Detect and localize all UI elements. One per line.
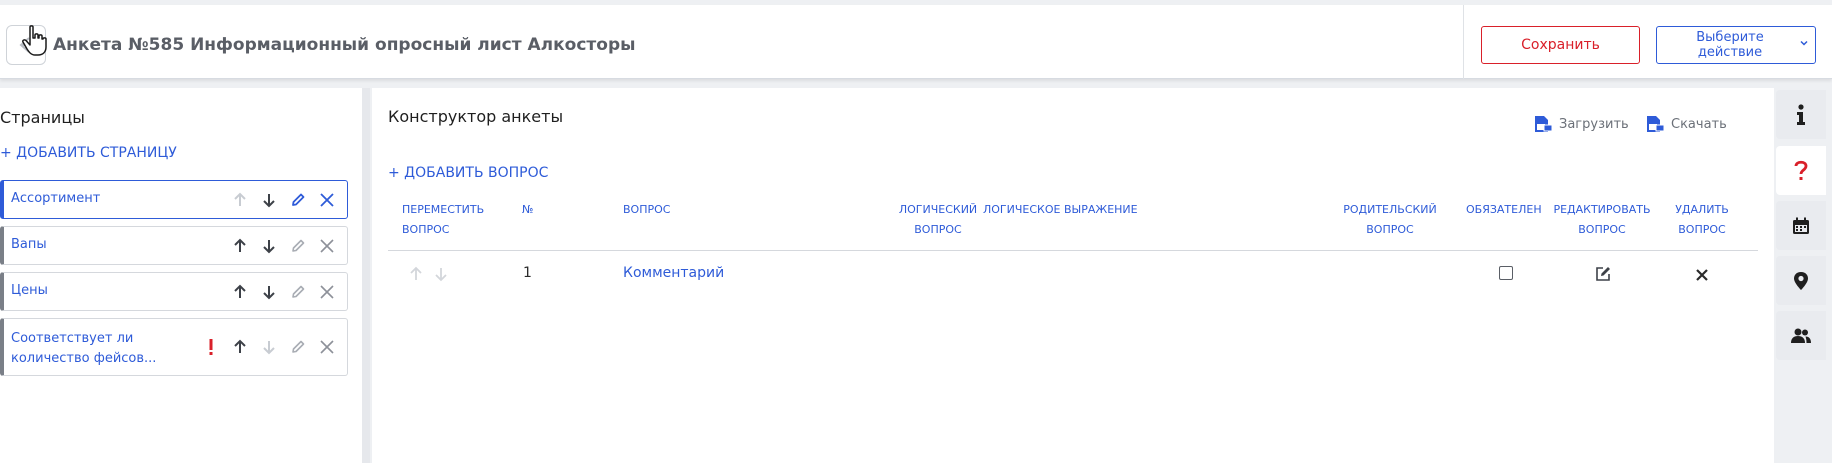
- users-icon: [1791, 328, 1811, 343]
- page-item[interactable]: Соответствует ли количество фейсов...: [0, 318, 348, 376]
- exclamation-icon: [196, 336, 225, 358]
- constructor-panel: Конструктор анкеты Загрузить Скачать + Д…: [372, 88, 1774, 463]
- page-item[interactable]: Вапы: [0, 226, 348, 265]
- constructor-title: Конструктор анкеты: [388, 107, 564, 126]
- page-item-actions: [196, 319, 341, 375]
- rail-info-button[interactable]: [1776, 90, 1826, 139]
- arrow-up-icon[interactable]: [225, 189, 254, 211]
- file-upload-icon: [1535, 116, 1553, 132]
- col-required: ОБЯЗАТЕЛЕН: [1466, 203, 1542, 216]
- add-question-button[interactable]: + ДОБАВИТЬ ВОПРОС: [388, 165, 548, 181]
- col-edit-question: РЕДАКТИРОВАТЬ ВОПРОС: [1552, 200, 1652, 240]
- edit-icon[interactable]: [1594, 265, 1612, 287]
- save-button[interactable]: Сохранить: [1481, 26, 1640, 64]
- chevron-down-icon: [1800, 40, 1808, 46]
- arrow-down-icon[interactable]: [254, 336, 283, 358]
- rail-calendar-button[interactable]: [1776, 201, 1826, 250]
- arrow-up-icon[interactable]: [225, 281, 254, 303]
- pages-title: Страницы: [0, 108, 85, 127]
- col-number: №: [522, 203, 534, 216]
- panel-divider[interactable]: [362, 88, 370, 463]
- action-dropdown-label: Выберите действие: [1696, 30, 1763, 60]
- page-title: Анкета №585 Информационный опросный лист…: [53, 35, 636, 55]
- file-download-icon: [1647, 116, 1665, 132]
- col-parent-question: РОДИТЕЛЬСКИЙ ВОПРОС: [1330, 200, 1450, 240]
- rail-location-button[interactable]: [1776, 256, 1826, 305]
- pencil-icon[interactable]: [283, 189, 312, 211]
- rail-help-button[interactable]: [1776, 146, 1826, 195]
- page-item-label: Цены: [11, 283, 48, 298]
- arrow-up-icon[interactable]: [225, 235, 254, 257]
- col-parent-line1: РОДИТЕЛЬСКИЙ: [1343, 203, 1437, 216]
- pencil-icon[interactable]: [283, 281, 312, 303]
- close-icon[interactable]: [312, 281, 341, 303]
- arrow-down-icon[interactable]: [254, 235, 283, 257]
- col-question: ВОПРОС: [623, 203, 671, 216]
- add-page-button[interactable]: + ДОБАВИТЬ СТРАНИЦУ: [0, 145, 177, 161]
- col-move-line2: ВОПРОС: [402, 223, 450, 236]
- page-item-actions: [225, 273, 341, 310]
- info-icon: [1797, 103, 1805, 125]
- arrow-down-icon[interactable]: [434, 266, 448, 286]
- pages-panel: Страницы + ДОБАВИТЬ СТРАНИЦУ Ассортимент…: [0, 88, 362, 463]
- row-question-link[interactable]: Комментарий: [623, 265, 724, 281]
- map-pin-icon: [1794, 271, 1808, 290]
- arrow-down-icon[interactable]: [254, 189, 283, 211]
- rail-users-button[interactable]: [1776, 311, 1826, 360]
- col-logic-expression: ЛОГИЧЕСКОЕ ВЫРАЖЕНИЕ: [983, 203, 1138, 216]
- pencil-icon[interactable]: [283, 336, 312, 358]
- close-icon[interactable]: [312, 189, 341, 211]
- col-delete-question: УДАЛИТЬ ВОПРОС: [1652, 200, 1752, 240]
- page-item[interactable]: Цены: [0, 272, 348, 311]
- col-logic-question: ЛОГИЧЕСКИЙ ВОПРОС: [888, 200, 988, 240]
- download-button[interactable]: Скачать: [1645, 115, 1727, 133]
- col-delete-line1: УДАЛИТЬ: [1675, 203, 1729, 216]
- col-move-line1: ПЕРЕМЕСТИТЬ: [402, 203, 485, 216]
- action-label-line1: Выберите: [1696, 30, 1764, 45]
- col-logic-question-line1: ЛОГИЧЕСКИЙ: [898, 203, 978, 216]
- action-label-line2: действие: [1697, 45, 1763, 60]
- hand-cursor-icon: [22, 25, 47, 56]
- col-logic-question-line2: ВОПРОС: [914, 223, 962, 236]
- page-item-actions: [225, 227, 341, 264]
- page-item[interactable]: Ассортимент: [0, 180, 348, 219]
- arrow-down-icon[interactable]: [254, 281, 283, 303]
- question-icon: [1794, 160, 1808, 180]
- action-dropdown[interactable]: Выберите действие: [1656, 26, 1816, 64]
- close-icon[interactable]: [312, 235, 341, 257]
- upload-label: Загрузить: [1559, 116, 1629, 132]
- arrow-up-icon[interactable]: [225, 336, 254, 358]
- delete-icon[interactable]: [1695, 267, 1709, 286]
- col-edit-line1: РЕДАКТИРОВАТЬ: [1553, 203, 1651, 216]
- page-item-actions: [225, 181, 341, 218]
- page-item-label: Вапы: [11, 237, 47, 252]
- top-bar: Анкета №585 Информационный опросный лист…: [0, 5, 1832, 79]
- required-checkbox[interactable]: [1499, 266, 1513, 280]
- col-delete-line2: ВОПРОС: [1678, 223, 1726, 236]
- top-divider: [1463, 5, 1464, 79]
- col-move: ПЕРЕМЕСТИТЬ ВОПРОС: [402, 200, 484, 240]
- download-label: Скачать: [1671, 116, 1727, 132]
- col-edit-line2: ВОПРОС: [1578, 223, 1626, 236]
- col-parent-line2: ВОПРОС: [1366, 223, 1414, 236]
- arrow-up-icon[interactable]: [409, 266, 423, 286]
- row-number: 1: [523, 265, 532, 281]
- table-header-divider: [388, 250, 1758, 251]
- pencil-icon[interactable]: [283, 235, 312, 257]
- page-item-label: Ассортимент: [11, 191, 101, 206]
- close-icon[interactable]: [312, 336, 341, 358]
- calendar-icon: [1793, 217, 1809, 234]
- upload-button[interactable]: Загрузить: [1533, 115, 1629, 133]
- right-rail: [1774, 88, 1832, 463]
- page-item-label: Соответствует ли количество фейсов...: [11, 331, 157, 366]
